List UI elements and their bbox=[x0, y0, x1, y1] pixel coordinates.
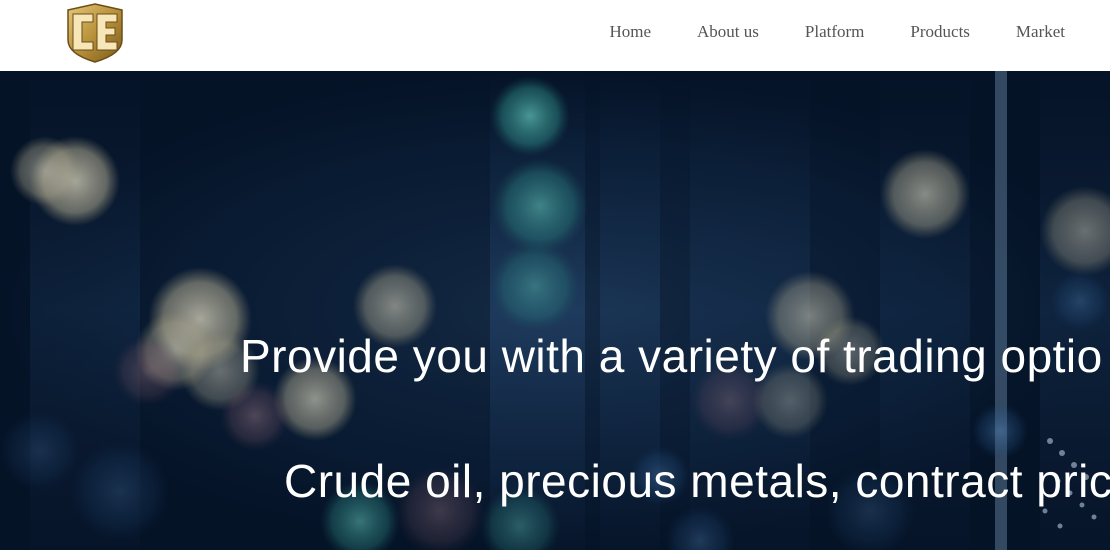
nav-platform-link[interactable]: Platform bbox=[805, 22, 865, 42]
hero-headline: Provide you with a variety of trading op… bbox=[240, 330, 1103, 382]
nav-about-us-link[interactable]: About us bbox=[697, 22, 759, 42]
logo[interactable] bbox=[64, 2, 126, 64]
hero-subheadline: Crude oil, precious metals, contract pri… bbox=[284, 455, 1110, 507]
hero-banner: Provide you with a variety of trading op… bbox=[0, 71, 1110, 550]
nav-market-link[interactable]: Market bbox=[1016, 22, 1065, 42]
main-nav: Home About us Platform Products Market bbox=[609, 0, 1110, 64]
nav-home-link[interactable]: Home bbox=[609, 22, 651, 42]
nav-products-link[interactable]: Products bbox=[910, 22, 970, 42]
top-navbar: Home About us Platform Products Market bbox=[0, 0, 1110, 71]
